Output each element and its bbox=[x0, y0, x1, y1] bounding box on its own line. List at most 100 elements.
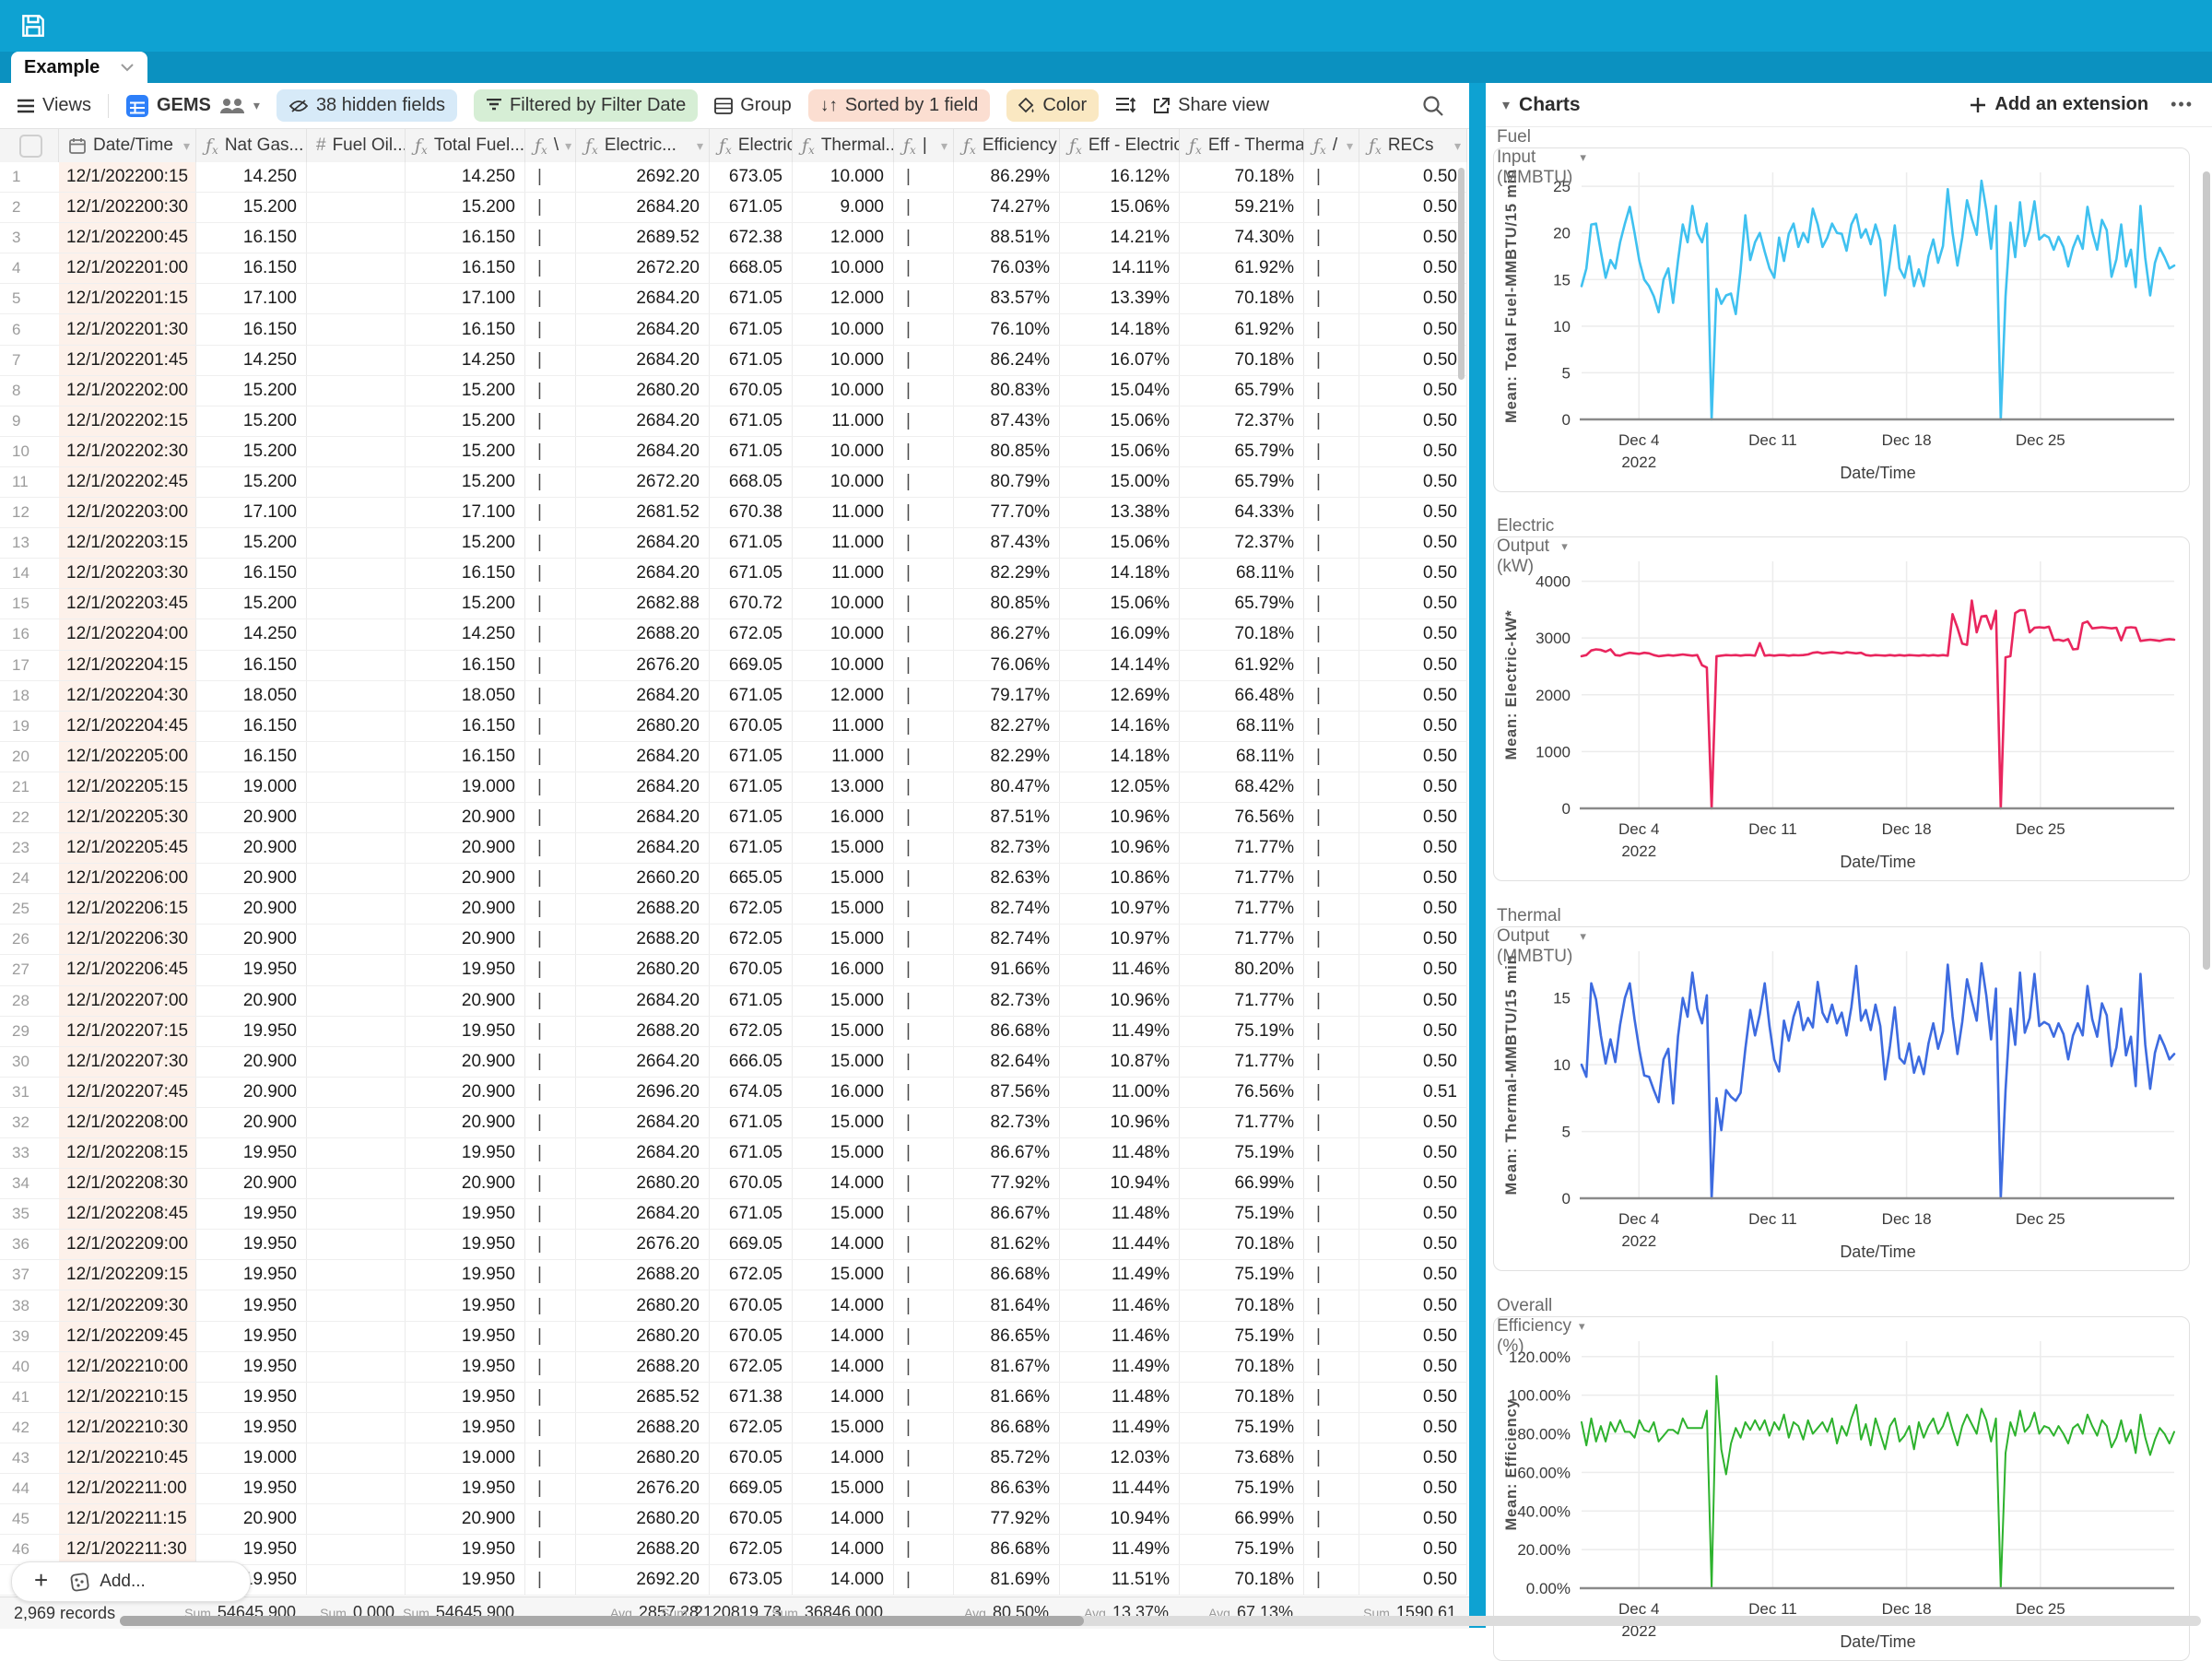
cell-recs[interactable]: 0.50 bbox=[1359, 894, 1467, 924]
cell-recs[interactable]: 0.50 bbox=[1359, 1230, 1467, 1259]
cell-bar3[interactable]: | bbox=[1304, 1199, 1359, 1229]
cell-efficiency[interactable]: 86.27% bbox=[954, 619, 1060, 649]
cell-electric2[interactable]: 671.05 bbox=[710, 681, 793, 711]
cell-fueloil[interactable] bbox=[307, 1474, 406, 1503]
cell-totalfuel[interactable]: 15.200 bbox=[406, 376, 525, 406]
cell-fueloil[interactable] bbox=[307, 986, 406, 1016]
cell-bar1[interactable]: | bbox=[525, 925, 576, 954]
cell-eff_electric[interactable]: 11.44% bbox=[1060, 1230, 1180, 1259]
cell-totalfuel[interactable]: 19.950 bbox=[406, 1413, 525, 1443]
cell-thermal[interactable]: 10.000 bbox=[793, 314, 894, 344]
cell-natgas[interactable]: 14.250 bbox=[196, 162, 307, 192]
cell-rownum[interactable]: 25 bbox=[0, 894, 59, 924]
cell-fueloil[interactable] bbox=[307, 559, 406, 588]
cell-electric[interactable]: 2684.20 bbox=[576, 742, 710, 772]
cell-bar2[interactable]: | bbox=[894, 284, 954, 313]
cell-datetime[interactable]: 12/1/202205:00 bbox=[59, 742, 196, 772]
cell-efficiency[interactable]: 88.51% bbox=[954, 223, 1060, 253]
cell-bar1[interactable]: | bbox=[525, 314, 576, 344]
cell-efficiency[interactable]: 86.24% bbox=[954, 346, 1060, 375]
cell-bar1[interactable]: | bbox=[525, 1413, 576, 1443]
cell-electric2[interactable]: 671.05 bbox=[710, 742, 793, 772]
cell-efficiency[interactable]: 80.83% bbox=[954, 376, 1060, 406]
cell-totalfuel[interactable]: 19.950 bbox=[406, 1352, 525, 1382]
cell-fueloil[interactable] bbox=[307, 833, 406, 863]
cell-recs[interactable]: 0.50 bbox=[1359, 1047, 1467, 1077]
cell-efficiency[interactable]: 82.73% bbox=[954, 986, 1060, 1016]
cell-thermal[interactable]: 10.000 bbox=[793, 589, 894, 618]
cell-totalfuel[interactable]: 16.150 bbox=[406, 559, 525, 588]
cell-electric2[interactable]: 671.05 bbox=[710, 284, 793, 313]
cell-bar3[interactable]: | bbox=[1304, 1535, 1359, 1564]
charts-vertical-scrollbar[interactable] bbox=[2203, 171, 2210, 970]
cell-eff_thermal[interactable]: 71.77% bbox=[1180, 833, 1304, 863]
table-row[interactable]: 612/1/202201:3016.15016.150|2684.20671.0… bbox=[0, 314, 1467, 345]
cell-bar2[interactable]: | bbox=[894, 742, 954, 772]
cell-electric[interactable]: 2680.20 bbox=[576, 955, 710, 984]
cell-eff_thermal[interactable]: 74.30% bbox=[1180, 223, 1304, 253]
cell-fueloil[interactable] bbox=[307, 1230, 406, 1259]
cell-bar2[interactable]: | bbox=[894, 1352, 954, 1382]
cell-totalfuel[interactable]: 16.150 bbox=[406, 742, 525, 772]
table-row[interactable]: 4012/1/202210:0019.95019.950|2688.20672.… bbox=[0, 1352, 1467, 1383]
cell-bar2[interactable]: | bbox=[894, 1413, 954, 1443]
cell-eff_electric[interactable]: 10.86% bbox=[1060, 864, 1180, 893]
cell-eff_electric[interactable]: 11.48% bbox=[1060, 1383, 1180, 1412]
table-row[interactable]: 3912/1/202209:4519.95019.950|2680.20670.… bbox=[0, 1322, 1467, 1352]
cell-totalfuel[interactable]: 19.950 bbox=[406, 1199, 525, 1229]
cell-datetime[interactable]: 12/1/202206:15 bbox=[59, 894, 196, 924]
cell-fueloil[interactable] bbox=[307, 1199, 406, 1229]
cell-fueloil[interactable] bbox=[307, 253, 406, 283]
cell-efficiency[interactable]: 76.03% bbox=[954, 253, 1060, 283]
cell-electric2[interactable]: 671.05 bbox=[710, 406, 793, 436]
cell-electric2[interactable]: 669.05 bbox=[710, 651, 793, 680]
table-row[interactable]: 4512/1/202211:1520.90020.900|2680.20670.… bbox=[0, 1504, 1467, 1535]
cell-electric2[interactable]: 672.05 bbox=[710, 894, 793, 924]
cell-natgas[interactable]: 16.150 bbox=[196, 559, 307, 588]
cell-electric2[interactable]: 672.05 bbox=[710, 1017, 793, 1046]
cell-recs[interactable]: 0.50 bbox=[1359, 955, 1467, 984]
cell-eff_thermal[interactable]: 71.77% bbox=[1180, 864, 1304, 893]
column-header-bar1[interactable]: ƒx\▾ bbox=[525, 129, 576, 162]
cell-bar1[interactable]: | bbox=[525, 346, 576, 375]
cell-rownum[interactable]: 20 bbox=[0, 742, 59, 772]
cell-electric[interactable]: 2680.20 bbox=[576, 1322, 710, 1351]
cell-eff_thermal[interactable]: 70.18% bbox=[1180, 1565, 1304, 1595]
table-row[interactable]: 2612/1/202206:3020.90020.900|2688.20672.… bbox=[0, 925, 1467, 955]
cell-eff_thermal[interactable]: 75.19% bbox=[1180, 1535, 1304, 1564]
cell-thermal[interactable]: 11.000 bbox=[793, 528, 894, 558]
cell-bar2[interactable]: | bbox=[894, 253, 954, 283]
cell-natgas[interactable]: 19.950 bbox=[196, 955, 307, 984]
cell-rownum[interactable]: 31 bbox=[0, 1078, 59, 1107]
cell-eff_electric[interactable]: 16.09% bbox=[1060, 619, 1180, 649]
cell-natgas[interactable]: 19.950 bbox=[196, 1199, 307, 1229]
cell-recs[interactable]: 0.50 bbox=[1359, 559, 1467, 588]
cell-electric2[interactable]: 670.05 bbox=[710, 1322, 793, 1351]
cell-electric2[interactable]: 671.05 bbox=[710, 986, 793, 1016]
cell-thermal[interactable]: 11.000 bbox=[793, 406, 894, 436]
cell-datetime[interactable]: 12/1/202204:15 bbox=[59, 651, 196, 680]
cell-rownum[interactable]: 38 bbox=[0, 1290, 59, 1320]
cell-rownum[interactable]: 45 bbox=[0, 1504, 59, 1534]
cell-thermal[interactable]: 15.000 bbox=[793, 894, 894, 924]
cell-eff_thermal[interactable]: 61.92% bbox=[1180, 651, 1304, 680]
cell-fueloil[interactable] bbox=[307, 1108, 406, 1137]
cell-efficiency[interactable]: 87.56% bbox=[954, 1078, 1060, 1107]
cell-electric[interactable]: 2692.20 bbox=[576, 162, 710, 192]
cell-bar3[interactable]: | bbox=[1304, 1078, 1359, 1107]
select-all-checkbox[interactable] bbox=[19, 135, 42, 158]
cell-eff_electric[interactable]: 15.06% bbox=[1060, 406, 1180, 436]
table-picker[interactable]: GEMS ▾ bbox=[125, 94, 260, 118]
cell-bar3[interactable]: | bbox=[1304, 1352, 1359, 1382]
cell-rownum[interactable]: 36 bbox=[0, 1230, 59, 1259]
cell-eff_electric[interactable]: 11.49% bbox=[1060, 1017, 1180, 1046]
cell-electric[interactable]: 2684.20 bbox=[576, 803, 710, 832]
cell-electric2[interactable]: 673.05 bbox=[710, 1565, 793, 1595]
cell-bar1[interactable]: | bbox=[525, 1017, 576, 1046]
cell-efficiency[interactable]: 82.73% bbox=[954, 833, 1060, 863]
cell-bar3[interactable]: | bbox=[1304, 1504, 1359, 1534]
table-row[interactable]: 2212/1/202205:3020.90020.900|2684.20671.… bbox=[0, 803, 1467, 833]
cell-natgas[interactable]: 15.200 bbox=[196, 376, 307, 406]
cell-eff_electric[interactable]: 15.06% bbox=[1060, 437, 1180, 466]
cell-bar2[interactable]: | bbox=[894, 864, 954, 893]
